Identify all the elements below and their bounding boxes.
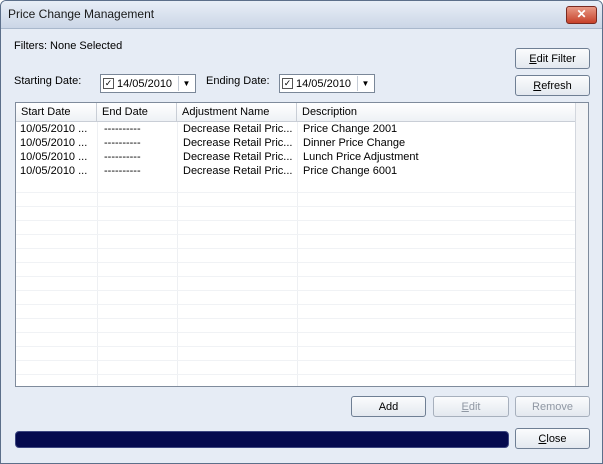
cell-end-date: ---------- [104,123,141,135]
close-icon: ✕ [576,7,587,21]
window-title: Price Change Management [8,7,155,21]
starting-date-value: 14/05/2010 [117,78,173,90]
cell-start-date: 10/05/2010 ... [20,165,88,177]
cell-adjustment-name: Decrease Retail Pric... [183,151,293,163]
price-change-management-window: Price Change Management ✕ Filters: None … [0,0,603,464]
grid-line [16,374,576,375]
cell-adjustment-name: Decrease Retail Pric... [183,123,293,135]
chevron-down-icon[interactable]: ▼ [357,76,373,91]
list-header: Start Date End Date Adjustment Name Desc… [16,103,576,122]
filters-status: Filters: None Selected [14,40,123,52]
table-row[interactable]: 10/05/2010 ... ---------- Decrease Retai… [16,164,576,178]
add-button[interactable]: Add [351,396,426,417]
starting-date-picker[interactable]: ✓ 14/05/2010 ▼ [100,74,196,93]
table-row[interactable]: 10/05/2010 ... ---------- Decrease Retai… [16,150,576,164]
progress-bar [15,431,509,448]
table-row[interactable]: 10/05/2010 ... ---------- Decrease Retai… [16,122,576,136]
edit-button[interactable]: Edit [433,396,509,417]
cell-end-date: ---------- [104,151,141,163]
grid-line [16,318,576,319]
cell-description: Price Change 6001 [303,165,398,177]
ending-date-value: 14/05/2010 [296,78,352,90]
starting-date-checkbox[interactable]: ✓ [103,78,114,89]
list-rows: 10/05/2010 ... ---------- Decrease Retai… [16,122,576,178]
chevron-down-icon[interactable]: ▼ [178,76,194,91]
column-start-date[interactable]: Start Date [16,103,97,121]
ending-date-checkbox[interactable]: ✓ [282,78,293,89]
column-adjustment-name[interactable]: Adjustment Name [177,103,297,121]
close-window-button[interactable]: ✕ [566,6,597,24]
cell-end-date: ---------- [104,137,141,149]
cell-start-date: 10/05/2010 ... [20,123,88,135]
grid-line [16,234,576,235]
grid-line [16,248,576,249]
title-bar[interactable]: Price Change Management ✕ [1,1,602,29]
ending-date-picker[interactable]: ✓ 14/05/2010 ▼ [279,74,375,93]
ending-date-label: Ending Date: [206,75,270,87]
column-end-date[interactable]: End Date [97,103,177,121]
cell-start-date: 10/05/2010 ... [20,151,88,163]
cell-start-date: 10/05/2010 ... [20,137,88,149]
grid-line [16,360,576,361]
column-description[interactable]: Description [297,103,576,121]
cell-description: Price Change 2001 [303,123,398,135]
price-change-list[interactable]: Start Date End Date Adjustment Name Desc… [15,102,589,387]
grid-line [16,220,576,221]
grid-line [16,332,576,333]
cell-description: Dinner Price Change [303,137,406,149]
table-row[interactable]: 10/05/2010 ... ---------- Decrease Retai… [16,136,576,150]
grid-line [16,206,576,207]
remove-button[interactable]: Remove [515,396,590,417]
cell-adjustment-name: Decrease Retail Pric... [183,165,293,177]
edit-filter-button[interactable]: Edit Filter [515,48,590,69]
grid-line [16,192,576,193]
grid-line [16,262,576,263]
grid-line [16,290,576,291]
starting-date-label: Starting Date: [14,75,82,87]
cell-end-date: ---------- [104,165,141,177]
grid-line [16,304,576,305]
grid-line [16,346,576,347]
cell-description: Lunch Price Adjustment [303,151,419,163]
list-scrollbar[interactable] [575,103,588,386]
close-button[interactable]: Close [515,428,590,449]
grid-line [16,276,576,277]
dialog-body: Filters: None Selected Edit Filter Refre… [1,29,602,463]
cell-adjustment-name: Decrease Retail Pric... [183,137,293,149]
refresh-button[interactable]: Refresh [515,75,590,96]
